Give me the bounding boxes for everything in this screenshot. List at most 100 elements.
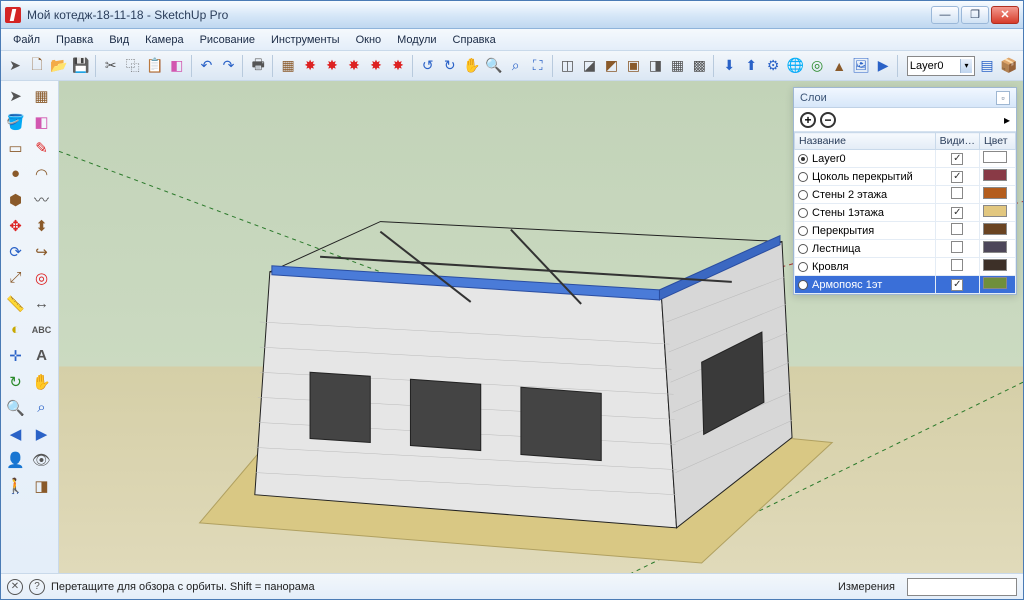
- burst-2-icon[interactable]: ✸: [322, 54, 342, 78]
- select-tool-icon[interactable]: ➤: [3, 83, 28, 108]
- circle-icon[interactable]: ●: [3, 161, 28, 186]
- push-pull-icon[interactable]: ⬍: [29, 213, 54, 238]
- text-icon[interactable]: ABC: [29, 317, 54, 342]
- xray-icon[interactable]: ▦: [667, 54, 687, 78]
- col-visible[interactable]: Види…: [935, 133, 979, 150]
- arc-icon[interactable]: ◠: [29, 161, 54, 186]
- redo-icon[interactable]: ↷: [218, 54, 238, 78]
- layer-color-swatch[interactable]: [983, 241, 1007, 253]
- model-info-icon[interactable]: 📦: [999, 54, 1019, 78]
- zoom-extents-icon[interactable]: ⛶: [528, 54, 548, 78]
- menu-view[interactable]: Вид: [101, 31, 137, 49]
- layer-active-radio[interactable]: [798, 226, 808, 236]
- layer-row[interactable]: Цоколь перекрытий✓: [795, 168, 1016, 186]
- zoom-tool-icon[interactable]: 🔍: [3, 395, 28, 420]
- position-camera-icon[interactable]: 👤: [3, 447, 28, 472]
- menu-help[interactable]: Справка: [445, 31, 504, 49]
- layer-visible-checkbox[interactable]: ✓: [951, 207, 963, 219]
- status-info-icon[interactable]: ✕: [7, 579, 23, 595]
- menu-draw[interactable]: Рисование: [192, 31, 263, 49]
- panel-close-icon[interactable]: ▫: [996, 91, 1010, 105]
- shaded-icon[interactable]: ◩: [601, 54, 621, 78]
- burst-4-icon[interactable]: ✸: [366, 54, 386, 78]
- burst-1-icon[interactable]: ✸: [300, 54, 320, 78]
- follow-me-icon[interactable]: ↪: [29, 239, 54, 264]
- layer-visible-checkbox[interactable]: [951, 241, 963, 253]
- photo-icon[interactable]: 🖼: [851, 54, 871, 78]
- extension-icon[interactable]: ⚙: [763, 54, 783, 78]
- layer-visible-checkbox[interactable]: ✓: [951, 279, 963, 291]
- layer-visible-checkbox[interactable]: [951, 259, 963, 271]
- remove-layer-button[interactable]: −: [820, 112, 836, 128]
- pan-icon[interactable]: ✋: [462, 54, 482, 78]
- prev-view-icon[interactable]: ◀: [3, 421, 28, 446]
- layer-visible-checkbox[interactable]: [951, 223, 963, 235]
- eraser-icon[interactable]: ◧: [29, 109, 54, 134]
- maximize-button[interactable]: ❐: [961, 6, 989, 24]
- layer-visible-checkbox[interactable]: ✓: [951, 153, 963, 165]
- layer-active-radio[interactable]: [798, 244, 808, 254]
- layers-panel-titlebar[interactable]: Слои ▫: [794, 88, 1016, 108]
- preview-icon[interactable]: ▶: [873, 54, 893, 78]
- layer-visible-checkbox[interactable]: [951, 187, 963, 199]
- layer-row[interactable]: Армопояс 1эт✓: [795, 276, 1016, 294]
- cut-icon[interactable]: ✂: [101, 54, 121, 78]
- layer-row[interactable]: Layer0✓: [795, 150, 1016, 168]
- open-file-icon[interactable]: 📂: [49, 54, 69, 78]
- orbit-tool-icon[interactable]: ↻: [3, 369, 28, 394]
- close-button[interactable]: ✕: [991, 6, 1019, 24]
- terrain-icon[interactable]: ▲: [829, 54, 849, 78]
- line-icon[interactable]: ✎: [29, 135, 54, 160]
- save-icon[interactable]: 💾: [71, 54, 91, 78]
- menu-file[interactable]: Файл: [5, 31, 48, 49]
- new-file-icon[interactable]: 🗋: [27, 54, 47, 78]
- layer-color-swatch[interactable]: [983, 151, 1007, 163]
- make-component-icon[interactable]: ▦: [29, 83, 54, 108]
- undo-icon[interactable]: ↶: [197, 54, 217, 78]
- earth-icon[interactable]: 🌐: [785, 54, 805, 78]
- menu-modules[interactable]: Модули: [389, 31, 444, 49]
- location-icon[interactable]: ◎: [807, 54, 827, 78]
- zoom-icon[interactable]: 🔍: [484, 54, 504, 78]
- zoom-window-icon[interactable]: ⌕: [506, 54, 526, 78]
- 3d-text-icon[interactable]: A: [29, 343, 54, 368]
- wireframe-icon[interactable]: ◫: [558, 54, 578, 78]
- burst-5-icon[interactable]: ✸: [388, 54, 408, 78]
- component-icon[interactable]: ▦: [278, 54, 298, 78]
- menu-window[interactable]: Окно: [348, 31, 390, 49]
- walk-icon[interactable]: 🚶: [3, 473, 28, 498]
- warehouse-icon[interactable]: ⬇: [719, 54, 739, 78]
- layer-active-radio[interactable]: [798, 172, 808, 182]
- layer-active-radio[interactable]: [798, 154, 808, 164]
- burst-3-icon[interactable]: ✸: [344, 54, 364, 78]
- paste-icon[interactable]: 📋: [145, 54, 165, 78]
- protractor-icon[interactable]: ◐: [3, 317, 28, 342]
- minimize-button[interactable]: —: [931, 6, 959, 24]
- col-color[interactable]: Цвет: [980, 133, 1016, 150]
- look-around-icon[interactable]: 👁: [29, 447, 54, 472]
- rotate-icon[interactable]: ⟳: [3, 239, 28, 264]
- rectangle-icon[interactable]: ▭: [3, 135, 28, 160]
- move-icon[interactable]: ✥: [3, 213, 28, 238]
- offset-icon[interactable]: ◎: [29, 265, 54, 290]
- layer-active-radio[interactable]: [798, 208, 808, 218]
- layer-manager-icon[interactable]: ▤: [977, 54, 997, 78]
- layer-active-radio[interactable]: [798, 190, 808, 200]
- tape-measure-icon[interactable]: 📏: [3, 291, 28, 316]
- layer-row[interactable]: Стены 1этажа✓: [795, 204, 1016, 222]
- layer-active-radio[interactable]: [798, 280, 808, 290]
- layer-active-radio[interactable]: [798, 262, 808, 272]
- select-icon[interactable]: ➤: [5, 54, 25, 78]
- layer-color-swatch[interactable]: [983, 277, 1007, 289]
- axes-icon[interactable]: ✛: [3, 343, 28, 368]
- layer-color-swatch[interactable]: [983, 205, 1007, 217]
- freehand-icon[interactable]: 〰: [29, 187, 54, 212]
- scale-icon[interactable]: ⤢: [3, 265, 28, 290]
- copy-icon[interactable]: ⿻: [123, 54, 143, 78]
- next-view-icon[interactable]: ▶: [29, 421, 54, 446]
- menu-tools[interactable]: Инструменты: [263, 31, 348, 49]
- layer-select[interactable]: Layer0 ▾: [907, 56, 975, 76]
- shaded-tex-icon[interactable]: ▣: [623, 54, 643, 78]
- hidden-line-icon[interactable]: ◪: [580, 54, 600, 78]
- polygon-icon[interactable]: ⬢: [3, 187, 28, 212]
